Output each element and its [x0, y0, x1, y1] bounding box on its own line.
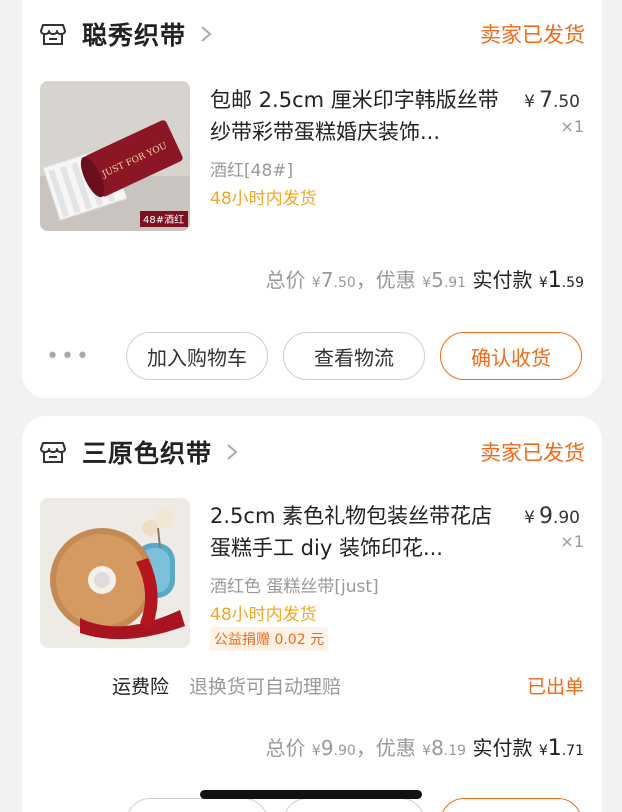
shipping-insurance-row[interactable]: 运费险 退换货可自动理赔 已出单	[112, 672, 584, 699]
price-decimal: .90	[552, 508, 580, 528]
insurance-label: 运费险	[112, 676, 170, 698]
price-integer: 7	[538, 88, 553, 113]
discount-label: ，优惠	[355, 268, 416, 292]
paid-label: 实付款	[472, 736, 533, 760]
chevron-right-icon	[201, 26, 212, 42]
order-summary: 总价 ¥7.50，优惠 ¥5.91 实付款 ¥1.59	[266, 264, 584, 293]
ribbon-spool-image	[40, 498, 190, 648]
chevron-right-icon	[227, 444, 238, 460]
paid-int: 1	[547, 736, 562, 761]
currency-symbol: ¥	[524, 508, 535, 528]
paid-yen: ¥	[538, 275, 548, 291]
price-decimal: .50	[552, 92, 580, 112]
action-button[interactable]	[126, 798, 268, 812]
currency-symbol: ¥	[524, 92, 535, 112]
order-status: 卖家已发货	[480, 23, 585, 47]
product-quantity: ×1	[560, 117, 584, 136]
paid-dec: .59	[561, 275, 584, 291]
ribbon-spool-image: JUST FOR YOU 48#酒红	[40, 81, 190, 231]
paid-yen: ¥	[538, 743, 548, 759]
total-dec: .90	[333, 743, 356, 759]
discount-int: 8	[431, 736, 444, 760]
product-price: ¥9.90	[524, 504, 580, 529]
total-dec: .50	[333, 275, 356, 291]
store-icon	[40, 24, 66, 45]
order-status: 卖家已发货	[480, 441, 585, 465]
home-indicator[interactable]	[200, 790, 422, 799]
shop-header[interactable]: 三原色织带 卖家已发货	[40, 432, 585, 472]
discount-yen: ¥	[422, 275, 432, 291]
action-button[interactable]	[440, 798, 582, 812]
product-spec: 酒红[48#]	[210, 161, 294, 181]
total-yen: ¥	[311, 743, 321, 759]
product-thumbnail[interactable]	[40, 498, 190, 648]
shop-name[interactable]: 三原色织带	[82, 434, 212, 470]
total-int: 9	[320, 736, 334, 760]
paid-int: 1	[547, 268, 562, 293]
charity-badge: 公益捐赠 0.02 元	[210, 627, 329, 651]
more-options-icon[interactable]: •••	[46, 344, 91, 369]
product-title[interactable]: 包邮 2.5cm 厘米印字韩版丝带纱带彩带蛋糕婚庆装饰...	[210, 84, 510, 148]
add-to-cart-button[interactable]: 加入购物车	[126, 332, 268, 380]
order-summary: 总价 ¥9.90，优惠 ¥8.19 实付款 ¥1.71	[266, 732, 584, 761]
product-price: ¥7.50	[524, 88, 580, 113]
discount-label: ，优惠	[355, 736, 416, 760]
action-bar	[22, 798, 602, 812]
ship-promise: 48小时内发货	[210, 189, 317, 209]
total-int: 7	[320, 268, 334, 292]
total-yen: ¥	[311, 275, 321, 291]
discount-dec: .91	[443, 275, 467, 291]
action-bar: ••• 加入购物车 查看物流 确认收货	[22, 332, 602, 382]
product-title[interactable]: 2.5cm 素色礼物包装丝带花店蛋糕手工 diy 装饰印花...	[210, 500, 510, 564]
view-logistics-button[interactable]: 查看物流	[283, 332, 425, 380]
order-card[interactable]: 聪秀织带 卖家已发货 JUST FOR YOU 48#酒红 包邮 2.5cm 厘…	[22, 0, 602, 398]
confirm-receipt-button[interactable]: 确认收货	[440, 332, 582, 380]
paid-label: 实付款	[472, 268, 533, 292]
discount-int: 5	[431, 268, 444, 292]
product-quantity: ×1	[560, 532, 584, 551]
product-thumbnail[interactable]: JUST FOR YOU 48#酒红	[40, 81, 190, 231]
thumb-label: 48#酒红	[143, 213, 184, 226]
price-integer: 9	[538, 504, 553, 529]
store-icon	[40, 442, 66, 463]
shop-header[interactable]: 聪秀织带 卖家已发货	[40, 14, 585, 54]
discount-dec: .19	[443, 743, 467, 759]
insurance-desc: 退换货可自动理赔	[189, 676, 342, 698]
shop-name[interactable]: 聪秀织带	[82, 16, 186, 52]
total-label: 总价	[265, 268, 306, 292]
total-label: 总价	[265, 736, 306, 760]
discount-yen: ¥	[422, 743, 432, 759]
action-button[interactable]	[283, 798, 425, 812]
ship-promise: 48小时内发货	[210, 605, 317, 625]
insurance-status: 已出单	[526, 676, 584, 698]
paid-dec: .71	[561, 743, 584, 759]
order-card[interactable]: 三原色织带 卖家已发货 2.5cm 素色礼物包装丝带花店蛋糕手工 diy 装饰印…	[22, 416, 602, 812]
product-spec: 酒红色 蛋糕丝带[just]	[210, 577, 379, 597]
